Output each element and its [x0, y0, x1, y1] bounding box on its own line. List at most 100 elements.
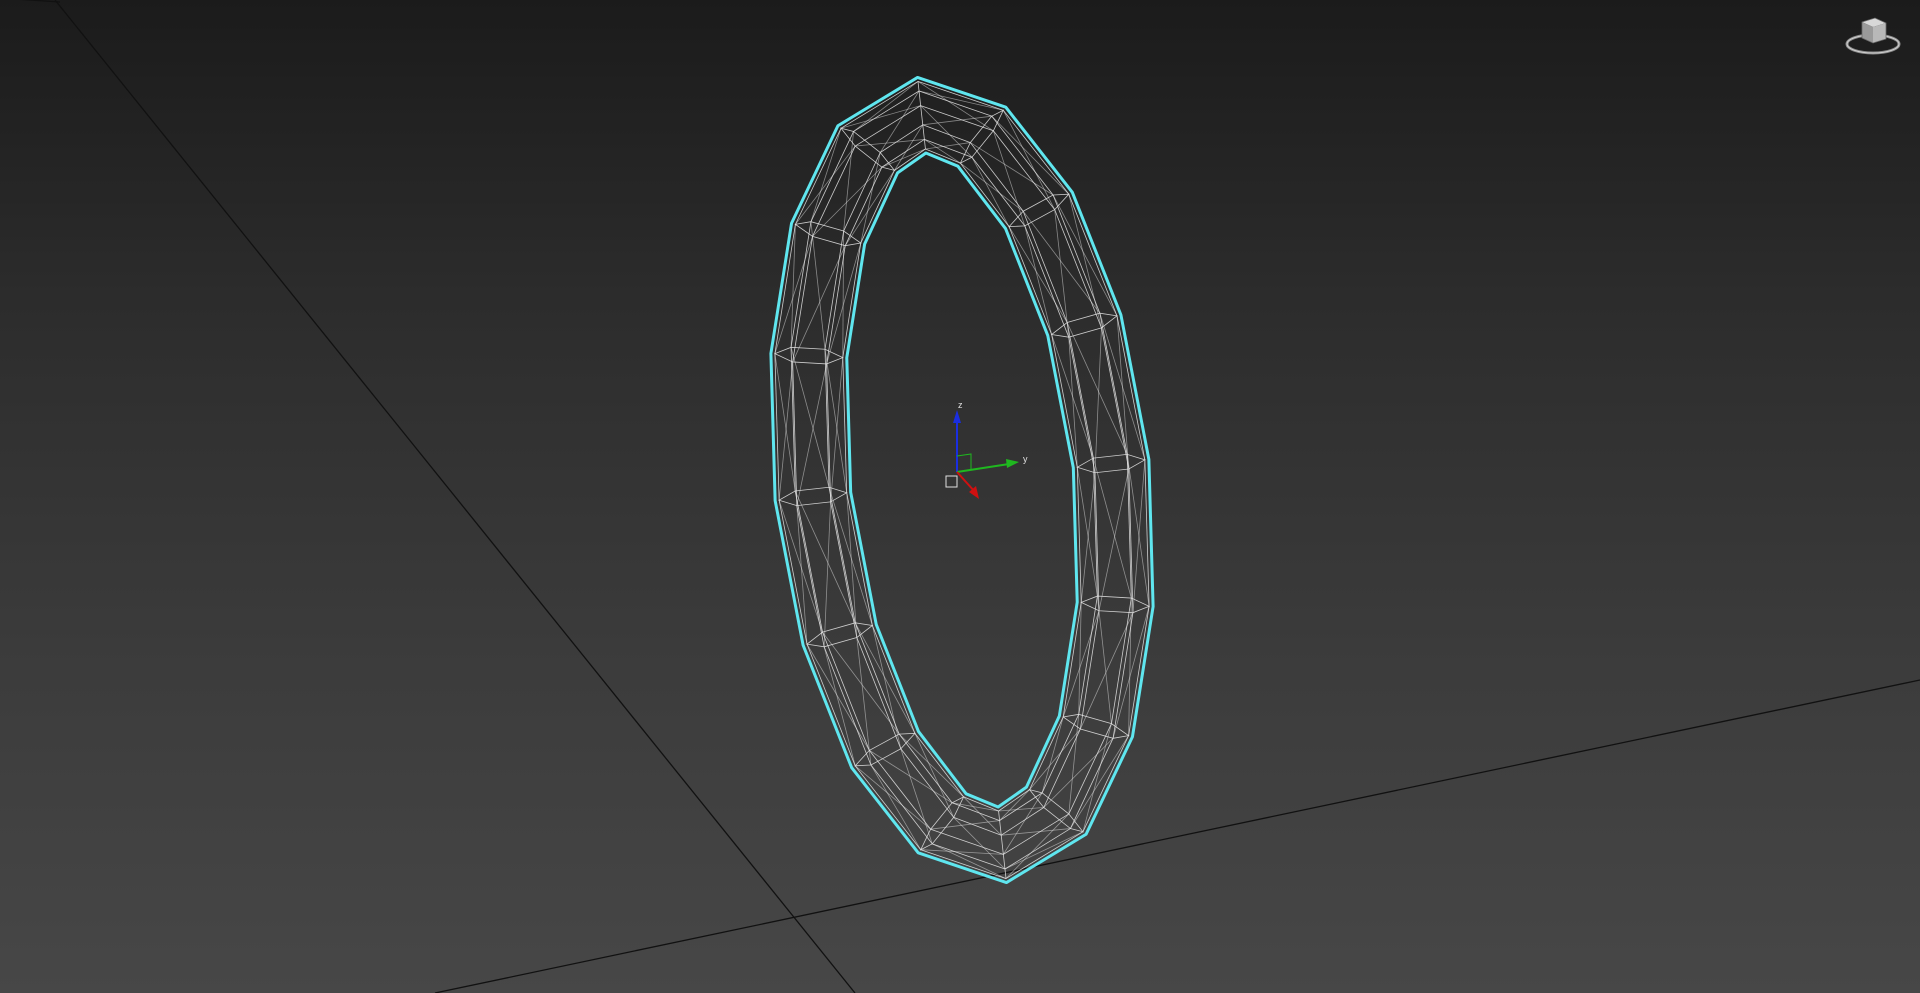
wire-diagonal — [1078, 602, 1082, 715]
wire-edge — [953, 817, 1002, 836]
wire-edge — [774, 224, 796, 354]
wire-diagonal — [1080, 612, 1134, 730]
wire-diagonal — [1068, 714, 1080, 814]
wire-section — [773, 346, 844, 365]
wire-diagonal — [914, 733, 955, 818]
scene-canvas[interactable]: zy — [0, 0, 1920, 993]
wire-edge — [881, 139, 925, 168]
gizmo-y-axis[interactable] — [956, 463, 1010, 473]
wire-section — [1080, 595, 1151, 614]
wire-diagonal — [823, 501, 832, 647]
wire-edge — [854, 622, 900, 735]
wire-edge — [914, 733, 964, 798]
wire-edge — [1068, 723, 1112, 815]
home-grid — [20, 0, 1920, 993]
grid-line — [20, 0, 61, 3]
wire-edge — [840, 81, 919, 129]
wire-edge — [822, 632, 870, 751]
wire-diagonal — [898, 733, 964, 798]
gizmo-z-arrow[interactable] — [953, 410, 961, 423]
wire-diagonal — [778, 361, 794, 501]
wire-diagonal — [843, 131, 854, 232]
selection-outline-outer — [769, 75, 1155, 885]
wire-section — [778, 486, 848, 507]
wire-diagonal — [1094, 327, 1102, 473]
wire-edge — [824, 230, 845, 350]
wire-edge — [918, 90, 992, 117]
wire-edge — [1082, 735, 1129, 832]
gizmo-z-label: z — [958, 400, 963, 410]
wire-edge — [1099, 313, 1128, 455]
wire-edge — [900, 748, 955, 818]
wire-diagonal — [991, 115, 1070, 195]
wire-edge — [1008, 226, 1053, 335]
wire-diagonal — [922, 115, 992, 126]
wire-edge — [971, 156, 1026, 227]
wire-edge — [998, 789, 1030, 812]
wire-diagonal — [1082, 723, 1112, 832]
gizmo-y-arrow[interactable] — [1006, 459, 1019, 468]
wire-edge — [869, 750, 931, 830]
wire-diagonal — [879, 90, 920, 153]
wire-diagonal — [1093, 457, 1132, 599]
wire-edge — [922, 124, 971, 143]
wire-edge — [1062, 602, 1082, 718]
wire-diagonal — [1051, 334, 1094, 459]
wire-edge — [917, 81, 1004, 111]
wire-diagonal — [1003, 792, 1043, 855]
wire-edge — [806, 643, 856, 766]
wire-diagonal — [1004, 831, 1084, 870]
wire-diagonal — [810, 221, 826, 350]
wire-diagonal — [790, 347, 830, 488]
gizmo-x-axis[interactable] — [956, 471, 976, 493]
grid-line — [54, 0, 856, 993]
wire-diagonal — [963, 796, 1002, 836]
wire-edge — [1002, 110, 1070, 195]
wire-diagonal — [1024, 225, 1053, 335]
viewcube-icon[interactable] — [1842, 10, 1904, 56]
wire-diagonal — [1098, 468, 1130, 611]
wire-edge — [812, 145, 856, 237]
wire-edge — [932, 843, 1006, 870]
wire-edge — [880, 124, 923, 153]
wire-edge — [1070, 738, 1114, 829]
wire-edge — [1079, 610, 1100, 730]
grid-line — [434, 679, 1920, 993]
wire-edge — [860, 170, 895, 244]
wire-edge — [792, 236, 813, 363]
wire-diagonal — [998, 807, 1044, 812]
wire-edge — [1116, 315, 1146, 460]
wire-edge — [1068, 194, 1118, 317]
torus-ring-object[interactable] — [769, 75, 1155, 885]
wire-section — [1076, 453, 1146, 474]
wire-edge — [844, 166, 883, 246]
wire-edge — [1001, 807, 1044, 836]
wire-section — [1050, 312, 1119, 338]
wire-diagonal — [854, 622, 916, 734]
wire-diagonal — [830, 357, 844, 502]
wire-diagonal — [1066, 322, 1128, 455]
viewport-perspective[interactable]: zy — [0, 0, 1920, 993]
wire-diagonal — [1096, 596, 1112, 724]
selection-outline-inner — [845, 151, 1079, 809]
wire-edge — [1101, 327, 1130, 470]
wire-edge — [1066, 322, 1094, 459]
wire-diagonal — [920, 105, 973, 158]
gizmo-pivot-box[interactable] — [945, 475, 958, 488]
wire-diagonal — [790, 224, 796, 348]
wire-section — [805, 622, 874, 648]
gizmo-y-label: y — [1023, 454, 1028, 464]
gizmo-yz-plane[interactable] — [956, 453, 972, 469]
wire-edge — [826, 245, 846, 364]
wire-edge — [1054, 209, 1102, 328]
wire-edge — [999, 792, 1043, 821]
wire-diagonal — [853, 81, 919, 132]
wire-diagonal — [792, 245, 846, 363]
transform-gizmo[interactable]: zy — [945, 400, 1028, 499]
wire-diagonal — [1052, 194, 1118, 317]
wire-edge — [1111, 597, 1132, 724]
wire-diagonal — [1068, 194, 1102, 328]
wire-diagonal — [1029, 728, 1081, 790]
wire-diagonal — [795, 145, 856, 225]
wire-edge — [795, 128, 842, 225]
